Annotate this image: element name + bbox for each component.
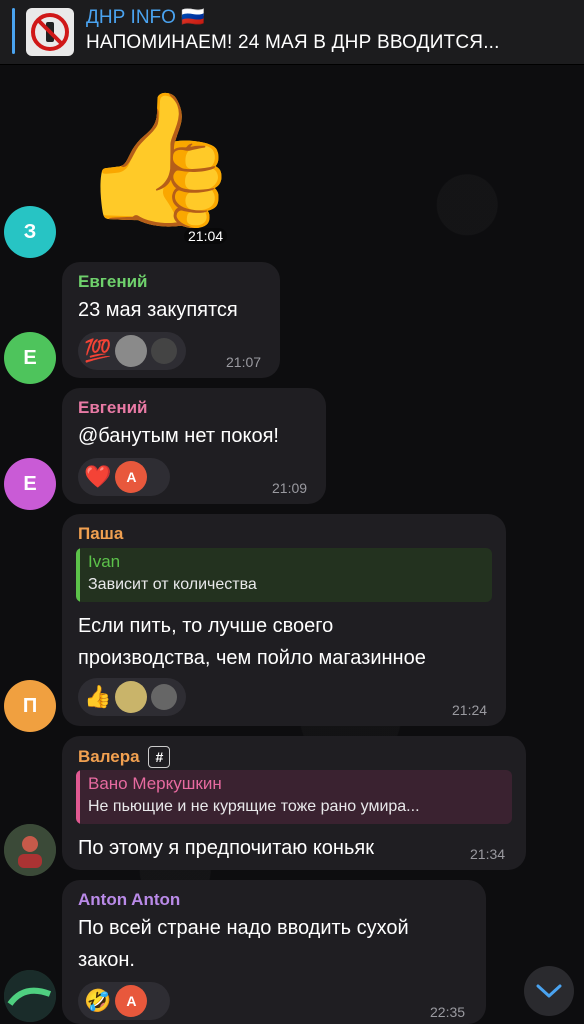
- reactions[interactable]: ❤️ A: [78, 458, 170, 496]
- reply-text: Зависит от количества: [88, 576, 257, 593]
- message-bubble[interactable]: Валера # Вано Меркушкин Не пьющие и не к…: [62, 736, 526, 870]
- aurora-photo-icon: [4, 970, 56, 1022]
- avatar[interactable]: З: [4, 206, 56, 258]
- message-text-line-1: Если пить, то лучше своего: [78, 615, 334, 637]
- message-bubble[interactable]: Паша Ivan Зависит от количества Если пит…: [62, 514, 506, 726]
- scroll-down-button[interactable]: [524, 966, 574, 1016]
- reactions[interactable]: 💯: [78, 332, 186, 370]
- pinned-text: НАПОМИНАЕМ! 24 МАЯ В ДНР ВВОДИТСЯ...: [86, 32, 500, 53]
- message-time: 21:09: [272, 480, 308, 496]
- thumbs-up-sticker[interactable]: 👍: [78, 84, 240, 234]
- avatar[interactable]: [4, 824, 56, 876]
- reply-text: Не пьющие и не курящие тоже рано умира..…: [88, 798, 420, 815]
- message-time: 21:34: [470, 846, 506, 862]
- chevron-down-icon: [536, 984, 562, 998]
- avatar-letter: З: [23, 220, 37, 243]
- reply-author: Ivan: [88, 552, 121, 571]
- message-time: 21:07: [226, 354, 262, 370]
- avatar[interactable]: [4, 970, 56, 1022]
- reply-bar: [76, 548, 80, 602]
- reaction-avatar: [115, 681, 148, 713]
- sender-name-text: Валера: [78, 747, 140, 766]
- sender-name: Anton Anton: [78, 890, 181, 909]
- sticker-emoji: 👍: [78, 86, 240, 232]
- reactions[interactable]: 👍: [78, 678, 186, 716]
- message-time: 22:35: [430, 1004, 466, 1020]
- sender-name: Евгений: [78, 398, 148, 417]
- reactions[interactable]: 🤣 A: [78, 982, 170, 1020]
- message-time: 21:24: [452, 702, 488, 718]
- message-bubble[interactable]: Anton Anton По всей стране надо вводить …: [62, 880, 486, 1024]
- reply-quote[interactable]: Вано Меркушкин Не пьющие и не курящие то…: [76, 770, 512, 824]
- message-text-line-2: закон.: [78, 949, 135, 971]
- reaction-avatar: A: [115, 985, 148, 1017]
- avatar-letter: Е: [23, 346, 37, 369]
- message-text-line-1: По всей стране надо вводить сухой: [78, 917, 409, 939]
- reply-bar: [76, 770, 80, 824]
- reaction-100: 💯: [84, 338, 112, 363]
- reply-author: Вано Меркушкин: [88, 774, 222, 793]
- user-photo-icon: [4, 824, 56, 876]
- reaction-avatar: A: [115, 461, 148, 493]
- hashtag-badge: #: [148, 746, 171, 768]
- reply-quote[interactable]: Ivan Зависит от количества: [76, 548, 492, 602]
- avatar-letter: Е: [23, 472, 37, 495]
- sender-name: Евгений: [78, 272, 148, 291]
- laughing-reaction: 🤣: [84, 988, 112, 1013]
- message-bubble[interactable]: Евгений 23 мая закупятся 💯 21:07: [62, 262, 280, 378]
- reaction-avatar: [115, 335, 148, 367]
- pinned-message-bar[interactable]: ДНР INFO 🇷🇺 НАПОМИНАЕМ! 24 МАЯ В ДНР ВВО…: [0, 0, 584, 65]
- reaction-avatar: [151, 684, 178, 710]
- no-alcohol-icon: [31, 13, 69, 51]
- message-bubble[interactable]: Евгений @банутым нет покоя! ❤️ A 21:09: [62, 388, 326, 504]
- avatar-letter: П: [22, 694, 38, 717]
- avatar[interactable]: Е: [4, 458, 56, 510]
- message-text: 23 мая закупятся: [78, 299, 238, 321]
- message-text-line-2: производства, чем пойло магазинное: [78, 647, 426, 669]
- pinned-thumbnail: [26, 8, 74, 56]
- heart-reaction: ❤️: [84, 464, 112, 489]
- message-time: 21:04: [184, 228, 228, 244]
- reaction-avatar: [151, 338, 178, 364]
- message-text: По этому я предпочитаю коньяк: [78, 837, 374, 859]
- thumbs-up-reaction: 👍: [84, 684, 112, 709]
- message-text: @банутым нет покоя!: [78, 425, 279, 447]
- pinned-title: ДНР INFO 🇷🇺: [86, 7, 205, 28]
- avatar[interactable]: Е: [4, 332, 56, 384]
- sender-name: Паша: [78, 524, 124, 543]
- avatar[interactable]: П: [4, 680, 56, 732]
- sender-name: Валера #: [78, 746, 171, 768]
- pinned-indicator: [12, 8, 15, 54]
